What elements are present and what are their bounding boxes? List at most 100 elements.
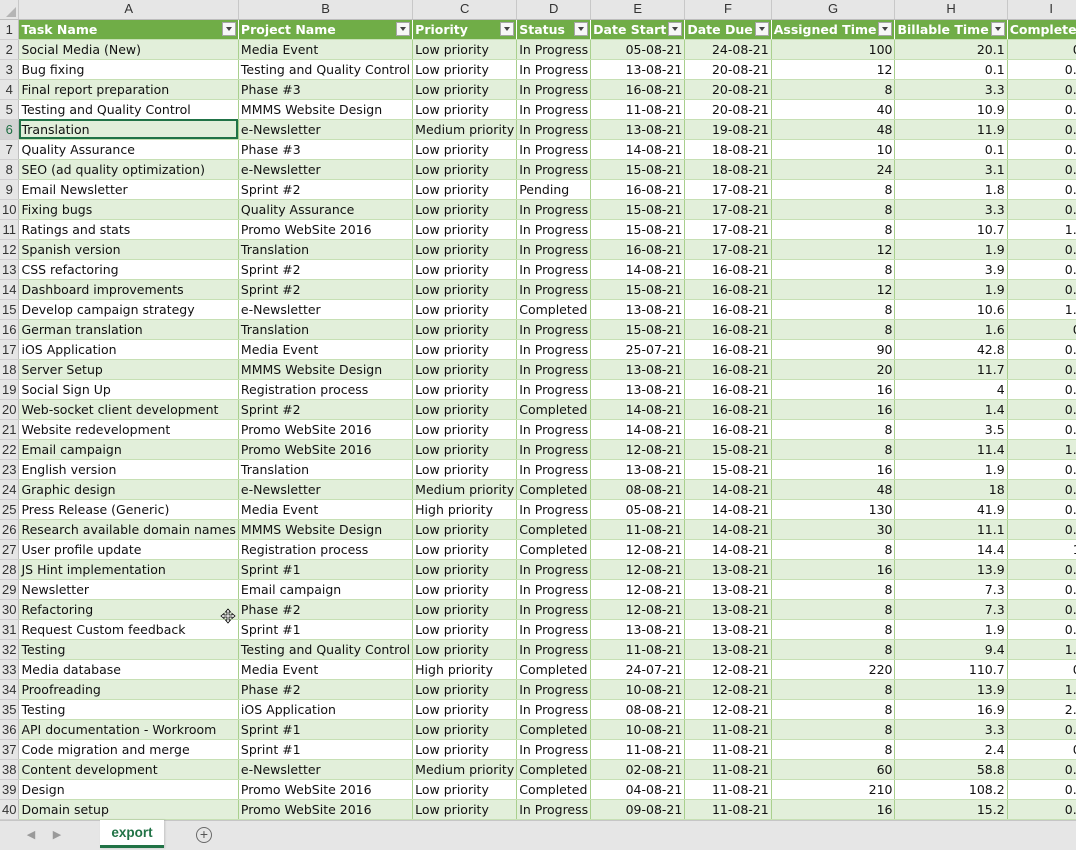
table-cell[interactable]: Sprint #1 (238, 739, 414, 760)
table-cell[interactable]: In Progress (516, 679, 592, 700)
table-cell[interactable]: 130 (771, 499, 896, 520)
table-cell[interactable]: 0.49 (1007, 259, 1076, 280)
table-cell[interactable]: Social Media (New) (18, 39, 239, 60)
table-cell[interactable]: 13-08-21 (684, 579, 772, 600)
row-number[interactable]: 28 (0, 559, 20, 580)
table-cell[interactable]: Low priority (412, 779, 518, 800)
row-number[interactable]: 11 (0, 219, 20, 240)
table-cell[interactable]: 16-08-21 (590, 179, 686, 200)
table-cell[interactable]: In Progress (516, 79, 592, 100)
table-cell[interactable]: Media database (18, 659, 239, 680)
row-number[interactable]: 29 (0, 579, 20, 600)
table-cell[interactable]: 14-08-21 (684, 539, 772, 560)
table-cell[interactable]: Low priority (412, 519, 518, 540)
row-number[interactable]: 3 (0, 59, 20, 80)
table-cell[interactable]: 11.1 (894, 519, 1008, 540)
header-cell[interactable]: Date Start (590, 19, 686, 40)
table-cell[interactable]: 8 (771, 319, 896, 340)
row-number[interactable]: 7 (0, 139, 20, 160)
table-cell[interactable]: Bug fixing (18, 59, 239, 80)
table-cell[interactable]: Medium priority (412, 119, 518, 140)
table-cell[interactable]: 16-08-21 (684, 359, 772, 380)
table-cell[interactable]: 0.32 (1007, 499, 1076, 520)
table-cell[interactable]: 1.6 (894, 319, 1008, 340)
table-cell[interactable]: In Progress (516, 359, 592, 380)
table-cell[interactable]: 12-08-21 (590, 559, 686, 580)
table-cell[interactable]: Phase #3 (238, 139, 414, 160)
table-cell[interactable]: Website redevelopment (18, 419, 239, 440)
table-cell[interactable]: 11.9 (894, 119, 1008, 140)
table-cell[interactable]: Develop campaign strategy (18, 299, 239, 320)
table-cell[interactable]: 8 (771, 199, 896, 220)
table-cell[interactable]: 24-07-21 (590, 659, 686, 680)
table-cell[interactable]: In Progress (516, 159, 592, 180)
table-cell[interactable]: In Progress (516, 59, 592, 80)
table-cell[interactable]: German translation (18, 319, 239, 340)
table-cell[interactable]: 14.4 (894, 539, 1008, 560)
table-cell[interactable]: 8 (771, 539, 896, 560)
table-cell[interactable]: 0.27 (1007, 99, 1076, 120)
table-cell[interactable]: 16 (771, 399, 896, 420)
table-cell[interactable]: Final report preparation (18, 79, 239, 100)
table-cell[interactable]: Graphic design (18, 479, 239, 500)
table-cell[interactable]: 8 (771, 259, 896, 280)
table-cell[interactable]: 12 (771, 279, 896, 300)
table-cell[interactable]: 12-08-21 (590, 579, 686, 600)
table-cell[interactable]: 16-08-21 (684, 419, 772, 440)
table-cell[interactable]: 3.3 (894, 199, 1008, 220)
table-cell[interactable]: 16-08-21 (684, 339, 772, 360)
table-cell[interactable]: In Progress (516, 799, 592, 820)
row-number[interactable]: 24 (0, 479, 20, 500)
table-cell[interactable]: 20-08-21 (684, 59, 772, 80)
table-cell[interactable]: 1.8 (894, 179, 1008, 200)
table-cell[interactable]: 14-08-21 (684, 499, 772, 520)
table-cell[interactable]: 0.41 (1007, 199, 1076, 220)
table-cell[interactable]: 8 (771, 599, 896, 620)
table-cell[interactable]: In Progress (516, 419, 592, 440)
table-cell[interactable]: iOS Application (18, 339, 239, 360)
table-cell[interactable]: In Progress (516, 499, 592, 520)
table-cell[interactable]: 1.18 (1007, 639, 1076, 660)
table-cell[interactable]: Testing and Quality Control (18, 99, 239, 120)
table-cell[interactable]: 11-08-21 (684, 719, 772, 740)
table-cell[interactable]: 0.16 (1007, 279, 1076, 300)
table-cell[interactable]: 0.48 (1007, 339, 1076, 360)
table-cell[interactable]: 08-08-21 (590, 699, 686, 720)
table-cell[interactable]: 13-08-21 (590, 459, 686, 480)
table-cell[interactable]: In Progress (516, 39, 592, 60)
table-cell[interactable]: 13-08-21 (590, 379, 686, 400)
table-cell[interactable]: JS Hint implementation (18, 559, 239, 580)
row-number[interactable]: 35 (0, 699, 20, 720)
table-cell[interactable]: 20 (771, 359, 896, 380)
table-cell[interactable]: 8 (771, 739, 896, 760)
table-cell[interactable]: Media Event (238, 339, 414, 360)
table-cell[interactable]: 7.3 (894, 579, 1008, 600)
table-cell[interactable]: 1.9 (894, 239, 1008, 260)
table-cell[interactable]: 14-08-21 (684, 479, 772, 500)
table-cell[interactable]: 15-08-21 (590, 319, 686, 340)
table-cell[interactable]: Phase #2 (238, 599, 414, 620)
table-cell[interactable]: 8 (771, 639, 896, 660)
table-cell[interactable]: 10.9 (894, 99, 1008, 120)
row-number[interactable]: 32 (0, 639, 20, 660)
table-cell[interactable]: Low priority (412, 199, 518, 220)
row-number[interactable]: 18 (0, 359, 20, 380)
table-cell[interactable]: Testing (18, 639, 239, 660)
table-cell[interactable]: In Progress (516, 319, 592, 340)
table-cell[interactable]: Quality Assurance (18, 139, 239, 160)
row-number[interactable]: 15 (0, 299, 20, 320)
row-number[interactable]: 33 (0, 659, 20, 680)
table-cell[interactable]: Sprint #2 (238, 279, 414, 300)
table-cell[interactable]: Newsletter (18, 579, 239, 600)
column-header[interactable]: G (771, 0, 896, 20)
table-cell[interactable]: In Progress (516, 239, 592, 260)
header-cell[interactable]: Assigned Time (771, 19, 896, 40)
filter-dropdown-icon[interactable] (500, 21, 515, 36)
table-cell[interactable]: Completed (516, 779, 592, 800)
table-cell[interactable]: 8 (771, 79, 896, 100)
table-cell[interactable]: 3.5 (894, 419, 1008, 440)
table-cell[interactable]: 12-08-21 (590, 539, 686, 560)
row-number[interactable]: 36 (0, 719, 20, 740)
table-cell[interactable]: 02-08-21 (590, 759, 686, 780)
table-cell[interactable]: Completed (516, 659, 592, 680)
